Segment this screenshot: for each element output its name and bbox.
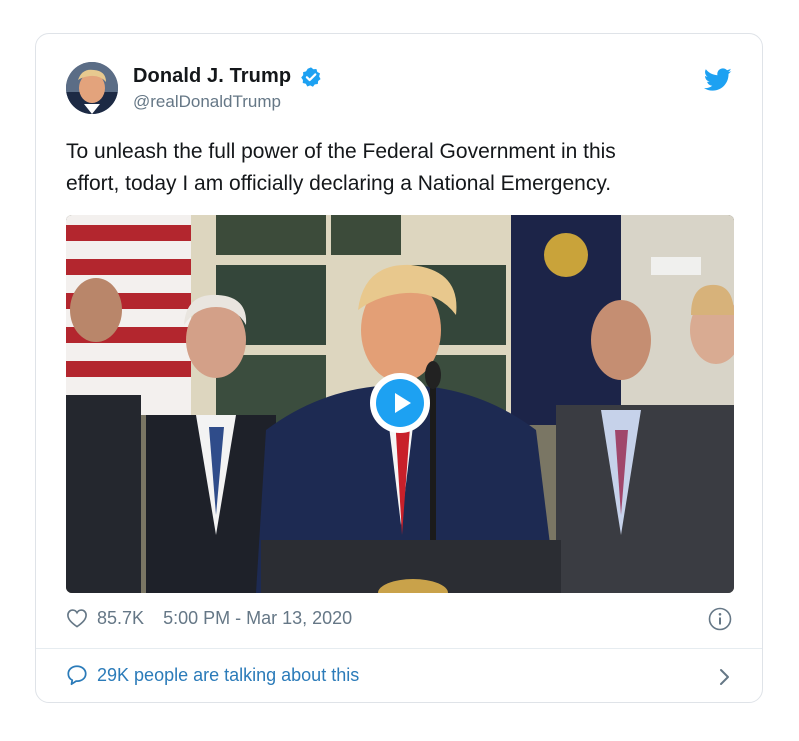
user-identity[interactable]: Donald J. Trump @realDonaldTrump [133, 65, 322, 112]
twitter-bird-icon[interactable] [704, 68, 732, 92]
tweet-text: To unleash the full power of the Federal… [66, 136, 716, 200]
speech-bubble-icon [67, 665, 87, 686]
timestamp-link[interactable]: 5:00 PM - Mar 13, 2020 [163, 608, 352, 628]
tweet-embed-card[interactable]: Donald J. Trump @realDonaldTrump To unle… [35, 33, 763, 703]
divider [36, 648, 762, 649]
conversation-link[interactable]: 29K people are talking about this [66, 664, 732, 690]
video-thumbnail[interactable] [66, 215, 734, 593]
display-name[interactable]: Donald J. Trump [133, 65, 291, 88]
user-handle[interactable]: @realDonaldTrump [133, 92, 322, 112]
play-button[interactable] [370, 373, 430, 433]
info-icon[interactable] [708, 607, 732, 631]
play-button-fill [376, 379, 424, 427]
chevron-right-icon[interactable] [718, 666, 732, 688]
people-talking-text[interactable]: 29K people are talking about this [97, 665, 359, 685]
avatar[interactable] [66, 62, 118, 114]
play-icon [395, 393, 411, 413]
tweet-text-line-1: To unleash the full power of the Federal… [66, 140, 616, 163]
verified-badge-icon [300, 66, 321, 87]
tweet-text-line-2: effort, today I am officially declaring … [66, 172, 612, 195]
tweet-meta: 85.7K 5:00 PM - Mar 13, 2020 [66, 607, 732, 633]
like-count[interactable]: 85.7K [97, 608, 144, 628]
heart-icon[interactable] [66, 608, 88, 628]
tweet-header: Donald J. Trump @realDonaldTrump [66, 62, 732, 120]
